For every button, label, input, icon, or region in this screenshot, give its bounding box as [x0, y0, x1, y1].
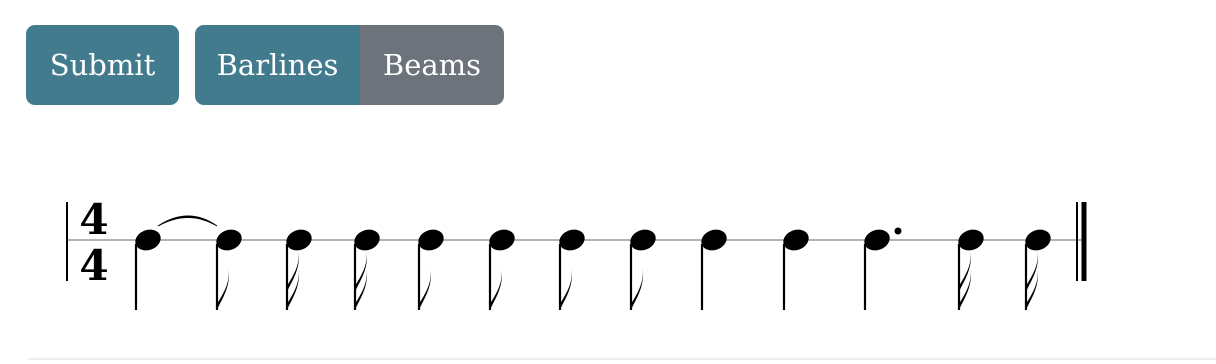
note-flag [959, 268, 971, 310]
note-flag [560, 268, 572, 310]
barlines-button[interactable]: Barlines [195, 25, 360, 105]
note-flag [217, 268, 229, 310]
note-sixteenth [957, 229, 984, 310]
note-eighth [558, 229, 585, 310]
note-flag [419, 268, 431, 310]
note-dotted-quarter [863, 227, 902, 310]
note-sixteenth [1024, 229, 1051, 310]
note-eighth [215, 229, 242, 310]
note-quarter [134, 215, 218, 310]
time-signature-numerator: 4 [79, 195, 108, 244]
beams-button[interactable]: Beams [360, 25, 504, 105]
note-eighth [488, 229, 515, 310]
submit-button[interactable]: Submit [26, 25, 179, 105]
mode-toggle-group: Barlines Beams [195, 25, 504, 105]
notes-layer [134, 215, 1051, 310]
note-quarter [782, 229, 809, 310]
note-flag [355, 268, 367, 310]
rhythm-score: 4 4 [0, 180, 1216, 330]
note-eighth [629, 229, 656, 310]
note-flag [490, 268, 502, 310]
time-signature-denominator: 4 [79, 241, 108, 290]
note-flag [287, 268, 299, 310]
note-quarter [700, 229, 727, 310]
rhythm-notation: 4 4 [66, 195, 1087, 310]
divider [28, 358, 1216, 360]
augmentation-dot [894, 227, 902, 235]
note-sixteenth [353, 229, 380, 310]
tie-arc [157, 215, 218, 227]
note-eighth [417, 229, 444, 310]
note-flag [1026, 268, 1038, 310]
note-sixteenth [285, 229, 312, 310]
note-flag [631, 268, 643, 310]
toolbar: Submit Barlines Beams [26, 25, 504, 105]
